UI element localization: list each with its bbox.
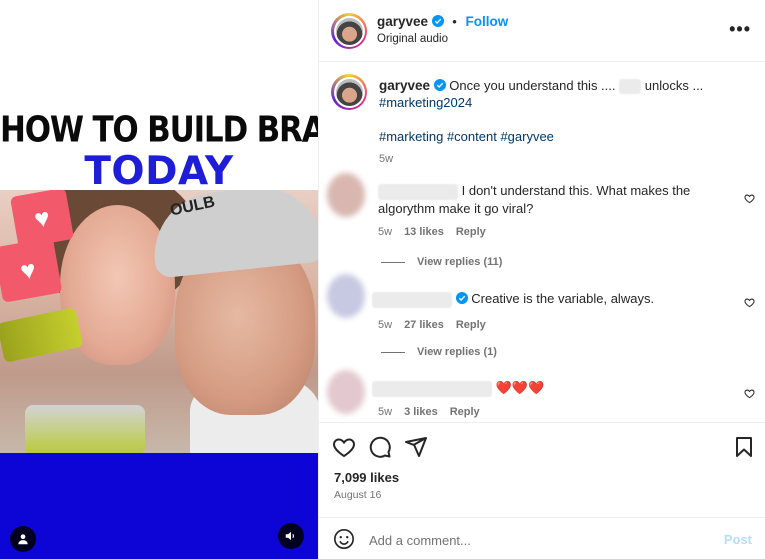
separator-dot: • — [452, 14, 457, 29]
hashtag-link[interactable]: #content — [447, 129, 497, 144]
comment-like-heart-icon[interactable] — [744, 388, 755, 399]
comment-text: Creative is the variable, always. — [471, 291, 655, 306]
comment-meta: 5w 13 likes Reply — [378, 224, 738, 241]
author-username[interactable]: garyvee — [377, 14, 428, 29]
comment-text: ❤️❤️❤️ — [495, 380, 545, 395]
comment-likes[interactable]: 13 likes — [404, 226, 444, 238]
follow-button[interactable]: Follow — [465, 14, 508, 29]
caption-username[interactable]: garyvee — [379, 78, 430, 93]
comment-body: Creative is the variable, always. 5w 27 l… — [372, 290, 732, 334]
caption-text-end: unlocks ... — [644, 78, 704, 93]
view-replies-button[interactable]: View replies (11) — [381, 256, 502, 268]
redacted-username[interactable] — [372, 380, 492, 397]
share-send-icon[interactable] — [404, 435, 428, 459]
comment-meta: 5w 27 likes Reply — [378, 317, 732, 334]
reply-button[interactable]: Reply — [450, 406, 480, 418]
post-actions-bar — [319, 422, 765, 468]
video-frame-photo: OULB ♥ ♥ — [0, 190, 318, 453]
audio-link[interactable]: Original audio — [377, 33, 448, 45]
commenter-avatar[interactable] — [327, 173, 365, 217]
comment-age: 5w — [378, 225, 393, 238]
video-blue-band — [0, 453, 318, 559]
post-comment-button[interactable]: Post — [724, 532, 752, 547]
hashtag-link[interactable]: #marketing2024 — [379, 95, 472, 110]
avatar-photo — [335, 78, 363, 106]
comment-likes[interactable]: 27 likes — [404, 319, 444, 331]
replies-line — [381, 261, 405, 263]
view-replies-label: View replies (1) — [417, 346, 497, 358]
comment-likes[interactable]: 3 likes — [404, 406, 438, 418]
food-item — [0, 307, 84, 363]
comment-input[interactable] — [369, 530, 699, 550]
author-avatar[interactable] — [331, 13, 367, 49]
view-replies-label: View replies (11) — [417, 256, 503, 268]
verified-badge-icon — [455, 292, 468, 304]
redacted-text — [619, 79, 642, 95]
comment-age: 5w — [378, 318, 393, 331]
add-comment-bar: Post — [319, 517, 765, 559]
comment-age: 5w — [378, 405, 393, 418]
comment-body: I don't understand this. What makes the … — [378, 182, 738, 241]
headline-line2: TODAY — [84, 149, 234, 194]
commenter-avatar[interactable] — [327, 274, 365, 318]
caption-text: garyvee Once you understand this .... un… — [379, 77, 749, 168]
post-panel: garyvee • Follow Original audio ••• gary… — [318, 0, 765, 559]
post-header: garyvee • Follow Original audio ••• — [319, 0, 765, 62]
comment-meta: 5w 3 likes Reply — [378, 404, 732, 421]
likes-count[interactable]: 7,099 likes — [334, 470, 399, 485]
comment-like-heart-icon[interactable] — [744, 193, 755, 204]
video-headline: HOW TO BUILD BRAND TODAY — [0, 109, 318, 194]
like-heart-icon[interactable] — [332, 435, 356, 459]
caption-text-start: Once you understand this .... — [449, 78, 616, 93]
comment-like-heart-icon[interactable] — [744, 297, 755, 308]
caption-avatar[interactable] — [331, 74, 367, 110]
verified-badge-icon — [431, 15, 444, 27]
heart-bubble-icon: ♥ — [0, 237, 63, 303]
user-icon — [18, 534, 28, 545]
headline-line1: HOW TO BUILD BRAND — [0, 109, 318, 151]
hashtag-link[interactable]: #marketing — [379, 129, 443, 144]
verified-badge-icon — [433, 79, 446, 91]
caption-age: 5w — [379, 153, 394, 166]
reel-video[interactable]: HOW TO BUILD BRAND TODAY OULB ♥ ♥ — [0, 0, 318, 559]
save-bookmark-icon[interactable] — [732, 435, 756, 459]
comment-body: ❤️❤️❤️ 5w 3 likes Reply — [372, 379, 732, 421]
jar — [25, 405, 145, 453]
hashtag-link[interactable]: #garyvee — [500, 129, 553, 144]
comment-bubble-icon[interactable] — [368, 435, 392, 459]
reply-button[interactable]: Reply — [456, 319, 486, 331]
commenter-avatar[interactable] — [327, 370, 365, 414]
speaker-icon — [285, 531, 294, 541]
redacted-username[interactable] — [372, 291, 452, 308]
view-replies-button[interactable]: View replies (1) — [381, 346, 497, 358]
emoji-icon[interactable] — [333, 528, 355, 550]
more-options-icon[interactable]: ••• — [729, 20, 751, 38]
replies-line — [381, 351, 405, 353]
reply-button[interactable]: Reply — [456, 226, 486, 238]
post-date: August 16 — [334, 489, 382, 501]
avatar-photo — [335, 17, 363, 45]
tagged-users-button[interactable] — [10, 526, 36, 552]
audio-toggle-button[interactable] — [278, 523, 304, 549]
redacted-username[interactable] — [378, 183, 458, 200]
